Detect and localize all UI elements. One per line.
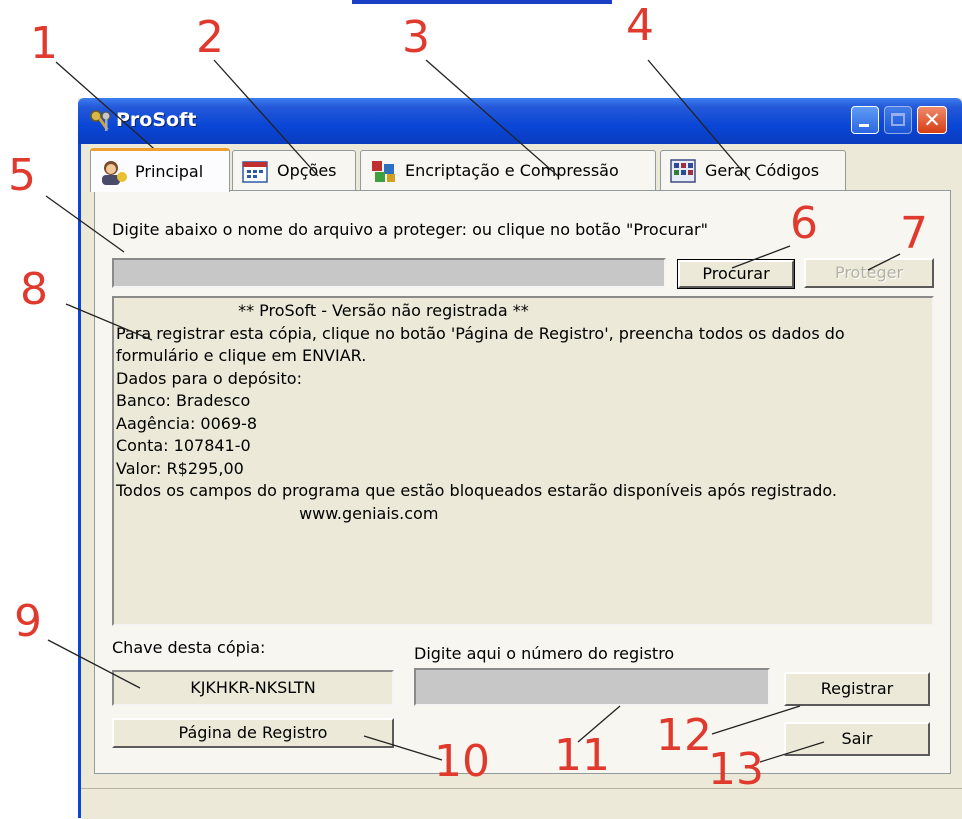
annotation-11: 11 xyxy=(554,730,610,781)
annotation-7: 7 xyxy=(900,208,928,259)
tab-principal[interactable]: Principal xyxy=(90,148,230,192)
annotation-10: 10 xyxy=(434,736,490,787)
annotation-13: 13 xyxy=(708,744,764,795)
annotation-5: 5 xyxy=(8,150,36,201)
annotation-3: 3 xyxy=(402,12,430,63)
annotation-2: 2 xyxy=(196,12,224,63)
annotation-12: 12 xyxy=(656,710,712,761)
annotation-6: 6 xyxy=(790,198,818,249)
annotation-leaders xyxy=(45,59,901,763)
annotation-8: 8 xyxy=(20,264,48,315)
person-icon xyxy=(102,160,127,185)
tab-label: Principal xyxy=(135,162,204,181)
annotation-9: 9 xyxy=(14,596,42,647)
annotation-1: 1 xyxy=(30,18,58,69)
annotation-4: 4 xyxy=(626,0,654,51)
